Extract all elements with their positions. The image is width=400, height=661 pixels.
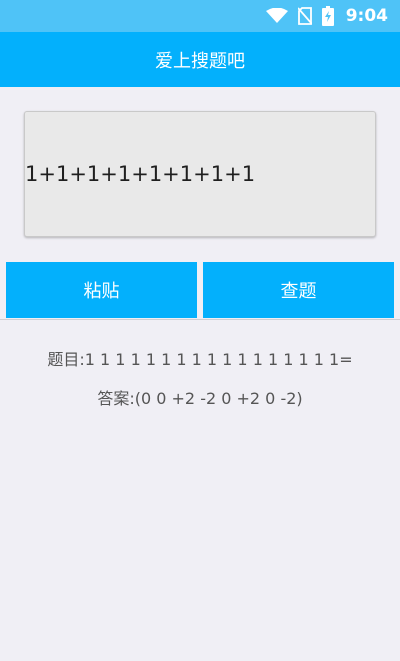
app-bar: 爱上搜题吧	[0, 32, 400, 87]
question-input[interactable]: 1+1+1+1+1+1+1+1	[24, 111, 376, 237]
paste-button[interactable]: 粘贴	[6, 262, 197, 318]
wifi-icon	[265, 8, 288, 24]
status-bar: 9:04	[0, 0, 400, 32]
question-text: 题目:1 1 1 1 1 1 1 1 1 1 1 1 1 1 1 1 1=	[47, 350, 353, 369]
status-time: 9:04	[345, 6, 388, 26]
question-input-text: 1+1+1+1+1+1+1+1	[25, 162, 256, 186]
search-button[interactable]: 查题	[203, 262, 394, 318]
divider	[0, 319, 400, 320]
battery-charging-icon	[321, 6, 334, 26]
status-icons: 9:04	[265, 6, 388, 26]
no-sim-icon	[297, 7, 312, 25]
answer-text: 答案:(0 0 +2 -2 0 +2 0 -2)	[97, 389, 303, 408]
app-title: 爱上搜题吧	[155, 50, 245, 72]
